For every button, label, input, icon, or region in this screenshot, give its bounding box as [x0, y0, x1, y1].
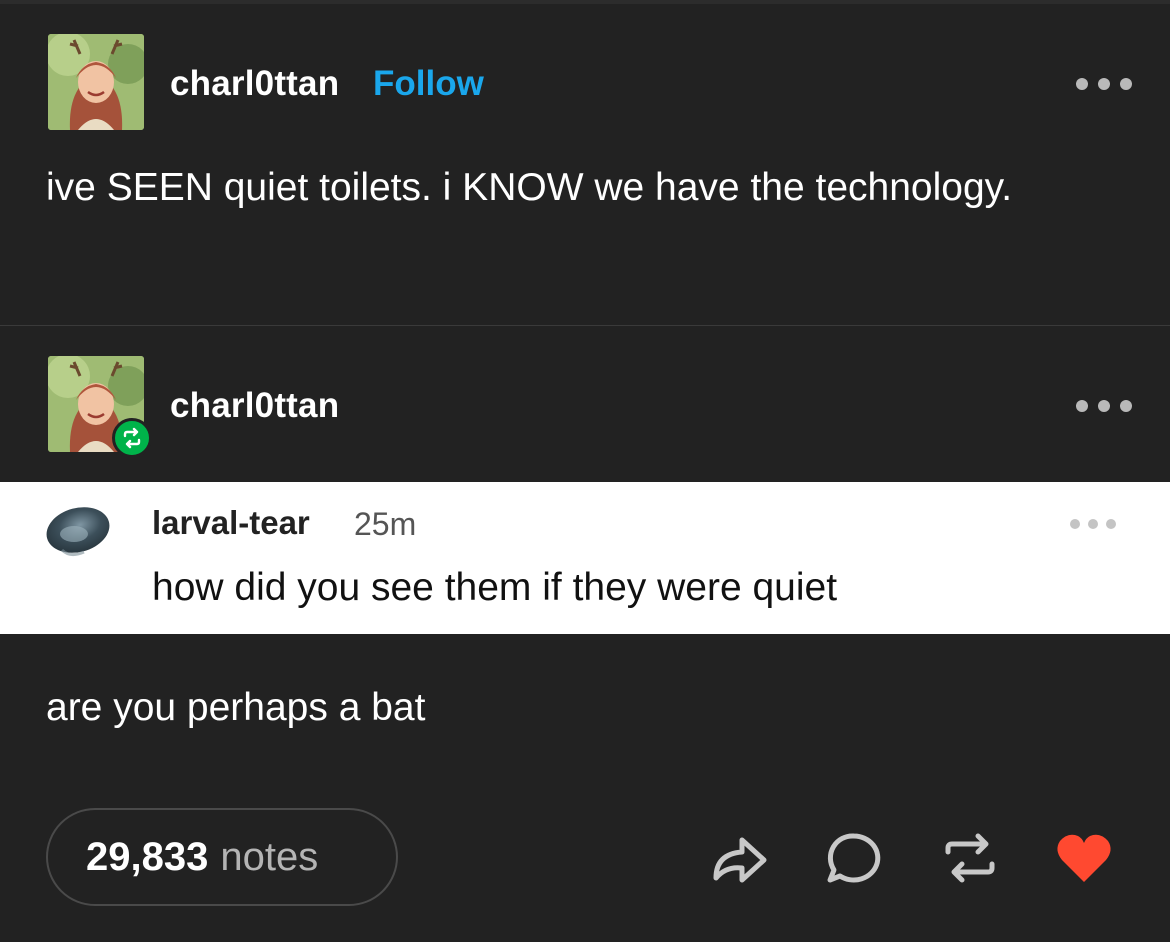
top-edge — [0, 0, 1170, 4]
avatar[interactable] — [40, 500, 112, 560]
more-options-icon[interactable] — [1076, 398, 1132, 414]
post-footer: 29,833 notes — [0, 808, 1170, 908]
notes-label: notes — [220, 834, 319, 879]
post-text: ive SEEN quiet toilets. i KNOW we have t… — [46, 166, 1013, 209]
reply-text: are you perhaps a bat — [46, 686, 426, 729]
reblog-post-header: charl0ttan — [0, 356, 1170, 476]
reblog-icon[interactable] — [940, 830, 1000, 886]
quoted-username[interactable]: larval-tear — [152, 504, 310, 542]
original-post-header: charl0ttan Follow — [0, 34, 1170, 154]
more-options-icon[interactable] — [1070, 518, 1116, 530]
reblog-badge-icon — [112, 418, 152, 458]
tumblr-post: charl0ttan Follow ive SEEN quiet toilets… — [0, 0, 1170, 942]
share-icon[interactable] — [708, 830, 768, 886]
more-options-icon[interactable] — [1076, 76, 1132, 92]
notes-count: 29,833 — [86, 834, 209, 879]
notes-button[interactable]: 29,833 notes — [46, 808, 398, 906]
reply-icon[interactable] — [824, 830, 884, 886]
follow-button[interactable]: Follow — [373, 64, 484, 104]
quoted-text: how did you see them if they were quiet — [152, 566, 838, 609]
username[interactable]: charl0ttan — [170, 386, 339, 426]
divider — [0, 325, 1170, 326]
avatar[interactable] — [48, 34, 144, 130]
username[interactable]: charl0ttan — [170, 64, 339, 104]
quoted-post: larval-tear 25m how did you see them if … — [0, 482, 1170, 634]
like-icon[interactable] — [1054, 830, 1114, 886]
quoted-timestamp: 25m — [354, 506, 417, 542]
